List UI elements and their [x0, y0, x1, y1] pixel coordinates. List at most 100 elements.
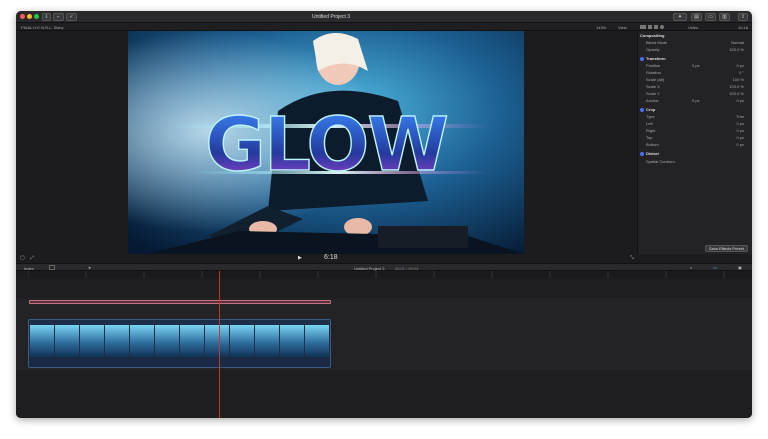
- scale-y-row[interactable]: Scale Y 100.0 %: [640, 91, 750, 98]
- ruler-ticks: [27, 271, 725, 278]
- close-window-button[interactable]: [20, 14, 25, 19]
- clip-thumbnail: [280, 325, 304, 358]
- transform-enable-icon[interactable]: [640, 57, 644, 61]
- rotation-label: Rotation: [646, 70, 661, 75]
- inspector-icon-video[interactable]: [640, 25, 646, 29]
- title-clip[interactable]: [29, 300, 331, 304]
- view-menu[interactable]: View: [618, 25, 627, 30]
- clip-thumbnail: [55, 325, 79, 358]
- blend-mode-row[interactable]: Blend Mode Normal: [640, 40, 750, 47]
- clip-thumbnail: [155, 325, 179, 358]
- playhead[interactable]: [219, 271, 220, 418]
- timeline-toggle-icon[interactable]: ▭: [705, 13, 716, 21]
- opacity-value[interactable]: 100.0 %: [729, 47, 744, 52]
- crop-right-value[interactable]: 0 px: [736, 128, 744, 133]
- timeline-ruler[interactable]: [27, 271, 752, 278]
- keyword-icon[interactable]: ⌐: [53, 13, 64, 21]
- scale-all-value[interactable]: 100 %: [733, 77, 744, 82]
- crop-left-row[interactable]: Left 0 px: [640, 121, 750, 128]
- position-row[interactable]: Position 0 px 0 px: [640, 63, 750, 70]
- distort-label: Distort: [646, 151, 659, 156]
- video-viewer[interactable]: GLOW: [128, 31, 524, 254]
- viewer-controls: ▢ ⤢ ▶ 6:18 ⤡: [16, 254, 752, 263]
- rotation-value[interactable]: 0 °: [739, 70, 744, 75]
- distort-enable-icon[interactable]: [640, 152, 644, 156]
- crop-left-value[interactable]: 0 px: [736, 121, 744, 126]
- spatial-conform-row[interactable]: Spatial Conform: [640, 159, 750, 166]
- fullscreen-icon[interactable]: ⤡: [630, 255, 634, 261]
- import-icon[interactable]: ⇩: [42, 13, 51, 21]
- anchor-x-value[interactable]: 0 px: [692, 98, 700, 103]
- zoom-window-button[interactable]: [34, 14, 39, 19]
- library-label: FINAL H.E.N.R.L. Shiny: [21, 25, 64, 30]
- select-tool-icon[interactable]: ➤: [88, 265, 91, 270]
- share-icon[interactable]: ⇪: [738, 13, 748, 21]
- anchor-y-value[interactable]: 0 px: [736, 98, 744, 103]
- inspector-icon-info[interactable]: [660, 25, 664, 29]
- anchor-row[interactable]: Anchor 0 px 0 px: [640, 98, 750, 105]
- scale-y-value[interactable]: 100.0 %: [729, 91, 744, 96]
- timeline-empty-top: [16, 278, 752, 298]
- save-effects-preset-button[interactable]: Save Effects Preset: [704, 245, 748, 252]
- scale-x-row[interactable]: Scale X 100.0 %: [640, 84, 750, 91]
- viewer-header: FINAL H.E.N.R.L. Shiny 143% View Video 1…: [16, 23, 752, 31]
- enhance-icon[interactable]: ✦: [673, 13, 687, 21]
- snapping-icon[interactable]: ▭: [713, 265, 717, 270]
- timecode-display[interactable]: 6:18: [324, 254, 338, 261]
- position-x-value[interactable]: 0 px: [692, 63, 700, 68]
- transform-label: Transform: [646, 56, 666, 61]
- position-label: Position: [646, 63, 661, 68]
- inspector-toggle-icon[interactable]: ▥: [719, 13, 730, 21]
- crop-label: Crop: [646, 107, 656, 112]
- app-window: ⇩ ⌐ ✓ Untitled Project 3 ✦ ▤ ▭ ▥ ⇪ FINAL…: [16, 11, 752, 418]
- inspector-icon-audio[interactable]: [654, 25, 658, 29]
- scale-x-value[interactable]: 100.0 %: [729, 84, 744, 89]
- clip-thumbnail: [305, 325, 329, 358]
- crop-top-row[interactable]: Top 0 px: [640, 135, 750, 142]
- position-y-value[interactable]: 0 px: [736, 63, 744, 68]
- blend-mode-value[interactable]: Normal: [731, 40, 744, 45]
- distort-header[interactable]: Distort: [640, 151, 750, 158]
- clip-thumbnail: [205, 325, 229, 358]
- crop-right-row[interactable]: Right 0 px: [640, 128, 750, 135]
- timeline-area[interactable]: [16, 278, 752, 418]
- clip-thumbnail: [30, 325, 54, 358]
- play-button[interactable]: ▶: [298, 255, 302, 261]
- background-tasks-icon[interactable]: ✓: [66, 13, 77, 21]
- timeline-empty-bottom: [16, 370, 752, 418]
- clip-thumbnail: [130, 325, 154, 358]
- crop-bottom-value[interactable]: 0 px: [736, 142, 744, 147]
- clip-thumbnail: [105, 325, 129, 358]
- crop-enable-icon[interactable]: [640, 108, 644, 112]
- glow-title-text: GLOW: [205, 102, 447, 188]
- crop-bottom-row[interactable]: Bottom 0 px: [640, 142, 750, 149]
- clip-thumbnail: [230, 325, 254, 358]
- compositing-header: Compositing: [640, 33, 665, 38]
- crop-header[interactable]: Crop: [640, 107, 750, 114]
- inspector-tab-video[interactable]: Video: [688, 25, 698, 30]
- browser-toggle-icon[interactable]: ▤: [691, 13, 702, 21]
- crop-type-label: Type: [646, 114, 655, 119]
- clip-appearance-icon[interactable]: [49, 265, 55, 270]
- minimize-window-button[interactable]: [27, 14, 32, 19]
- crop-type-value[interactable]: Trim: [736, 114, 744, 119]
- crop-top-value[interactable]: 0 px: [736, 135, 744, 140]
- viewer-layout-icon[interactable]: ▢: [20, 255, 25, 261]
- spatial-conform-label: Spatial Conform: [646, 159, 675, 164]
- audio-meter-icon[interactable]: ◐: [690, 265, 692, 270]
- transform-header[interactable]: Transform: [640, 56, 750, 63]
- video-clip[interactable]: [28, 319, 331, 368]
- zoom-menu[interactable]: 143%: [596, 25, 606, 30]
- inspector-icon-color[interactable]: [648, 25, 652, 29]
- toolbar: ⇩ ⌐ ✓ Untitled Project 3 ✦ ▤ ▭ ▥ ⇪: [16, 11, 752, 23]
- video-frame-image: GLOW: [128, 31, 524, 254]
- effects-browser-icon[interactable]: ▣: [738, 265, 742, 270]
- scale-all-row[interactable]: Scale (All) 100 %: [640, 77, 750, 84]
- project-title: Untitled Project 3: [312, 14, 351, 20]
- crop-type-row[interactable]: Type Trim: [640, 114, 750, 121]
- transform-tool-icon[interactable]: ⤢: [30, 255, 34, 261]
- rotation-row[interactable]: Rotation 0 °: [640, 70, 750, 77]
- clip-thumbnail: [80, 325, 104, 358]
- opacity-row[interactable]: Opacity 100.0 %: [640, 47, 750, 54]
- crop-bottom-label: Bottom: [646, 142, 659, 147]
